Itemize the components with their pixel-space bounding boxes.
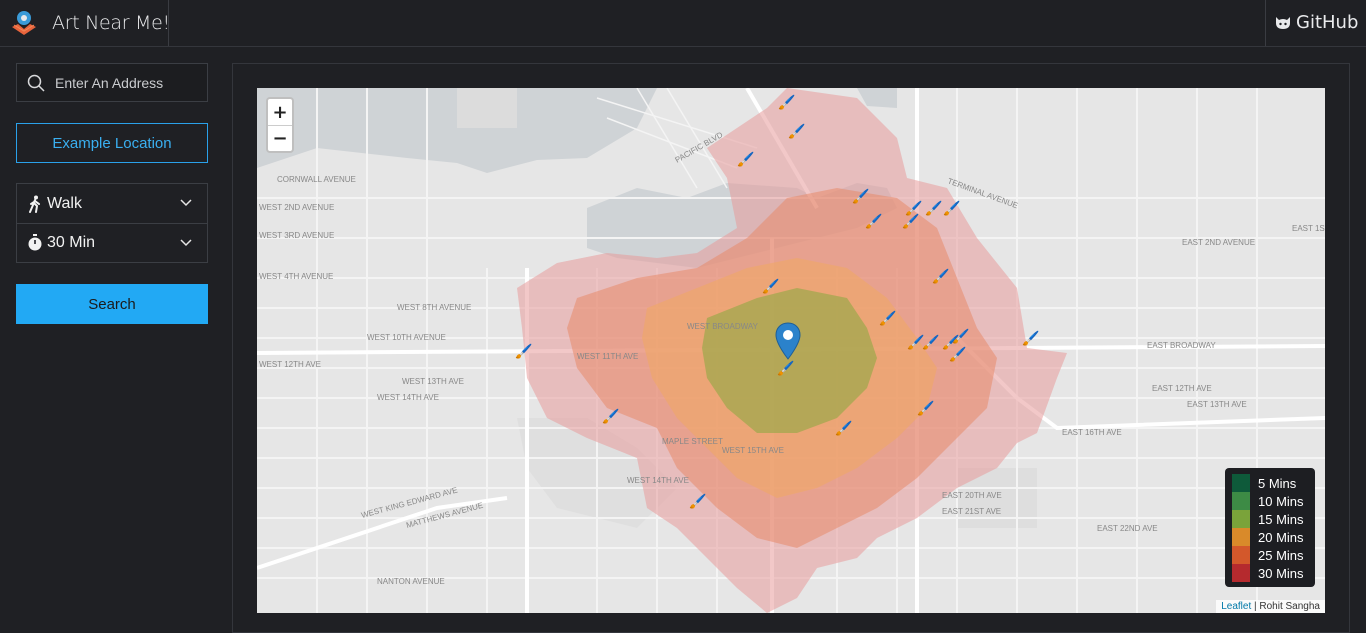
chevron-down-icon bbox=[180, 199, 192, 207]
map[interactable]: CORNWALL AVENUE WEST 2ND AVENUE WEST 3RD… bbox=[257, 88, 1325, 613]
paintbrush-icon[interactable]: 🖌️ bbox=[602, 408, 619, 425]
sidebar: Example Location Walk 30 Min bbox=[16, 63, 208, 324]
paintbrush-icon[interactable]: 🖌️ bbox=[879, 310, 896, 327]
paintbrush-icon[interactable]: 🖌️ bbox=[777, 360, 794, 377]
zoom-control: + − bbox=[266, 97, 294, 153]
time-value: 30 Min bbox=[47, 234, 96, 251]
attribution-text: | Rohit Sangha bbox=[1251, 601, 1320, 612]
paintbrush-icon[interactable]: 🖌️ bbox=[865, 213, 882, 230]
divider bbox=[1265, 0, 1266, 46]
legend-label: 20 Mins bbox=[1258, 529, 1304, 545]
legend-swatch bbox=[1232, 546, 1250, 564]
legend-row: 10 Mins bbox=[1232, 492, 1308, 510]
legend-label: 25 Mins bbox=[1258, 547, 1304, 563]
legend-label: 15 Mins bbox=[1258, 511, 1304, 527]
travel-mode-select[interactable]: Walk bbox=[17, 184, 207, 223]
github-icon bbox=[1276, 16, 1290, 29]
paintbrush-icon[interactable]: 🖌️ bbox=[689, 493, 706, 510]
paintbrush-icon[interactable]: 🖌️ bbox=[922, 334, 939, 351]
logo-icon bbox=[12, 11, 36, 35]
stopwatch-icon bbox=[27, 234, 43, 252]
legend-swatch bbox=[1232, 492, 1250, 510]
legend-swatch bbox=[1232, 564, 1250, 582]
paintbrush-icon[interactable]: 🖌️ bbox=[737, 151, 754, 168]
travel-mode-value: Walk bbox=[47, 194, 82, 212]
legend-row: 20 Mins bbox=[1232, 528, 1308, 546]
legend-label: 5 Mins bbox=[1258, 475, 1297, 491]
github-label: GitHub bbox=[1296, 12, 1359, 33]
time-select[interactable]: 30 Min bbox=[17, 223, 207, 262]
legend-swatch bbox=[1232, 510, 1250, 528]
paintbrush-icon[interactable]: 🖌️ bbox=[762, 278, 779, 295]
app-title: Art Near Me! bbox=[52, 12, 170, 34]
paintbrush-icon[interactable]: 🖌️ bbox=[952, 328, 969, 345]
github-link[interactable]: GitHub bbox=[1274, 12, 1358, 33]
paintbrush-icon[interactable]: 🖌️ bbox=[835, 420, 852, 437]
legend-label: 30 Mins bbox=[1258, 565, 1304, 581]
paintbrush-icon[interactable]: 🖌️ bbox=[917, 400, 934, 417]
zoom-in-button[interactable]: + bbox=[268, 99, 292, 125]
paintbrush-icon[interactable]: 🖌️ bbox=[515, 343, 532, 360]
paintbrush-icon[interactable]: 🖌️ bbox=[902, 213, 919, 230]
leaflet-link[interactable]: Leaflet bbox=[1221, 601, 1251, 612]
divider bbox=[168, 0, 169, 46]
top-navbar: Art Near Me! GitHub bbox=[0, 0, 1366, 47]
paintbrush-icon[interactable]: 🖌️ bbox=[943, 200, 960, 217]
options-group: Walk 30 Min bbox=[16, 183, 208, 263]
legend-row: 25 Mins bbox=[1232, 546, 1308, 564]
address-search[interactable] bbox=[16, 63, 208, 102]
zoom-out-button[interactable]: − bbox=[268, 125, 292, 151]
search-button[interactable]: Search bbox=[16, 284, 208, 324]
legend-swatch bbox=[1232, 528, 1250, 546]
paintbrush-icon[interactable]: 🖌️ bbox=[949, 346, 966, 363]
legend-swatch bbox=[1232, 474, 1250, 492]
address-input[interactable] bbox=[55, 74, 195, 91]
brand[interactable]: Art Near Me! bbox=[10, 8, 170, 38]
map-attribution: Leaflet | Rohit Sangha bbox=[1216, 600, 1325, 613]
paintbrush-icon[interactable]: 🖌️ bbox=[932, 268, 949, 285]
walk-icon bbox=[27, 195, 43, 213]
legend-row: 15 Mins bbox=[1232, 510, 1308, 528]
chevron-down-icon bbox=[180, 239, 192, 247]
legend-label: 10 Mins bbox=[1258, 493, 1304, 509]
paintbrush-icon[interactable]: 🖌️ bbox=[1022, 330, 1039, 347]
example-location-button[interactable]: Example Location bbox=[16, 123, 208, 163]
paintbrush-icon[interactable]: 🖌️ bbox=[852, 188, 869, 205]
time-legend: 5 Mins 10 Mins 15 Mins 20 Mins 25 Mins 3… bbox=[1225, 468, 1315, 587]
paintbrush-icon[interactable]: 🖌️ bbox=[925, 200, 942, 217]
legend-row: 30 Mins bbox=[1232, 564, 1308, 582]
legend-row: 5 Mins bbox=[1232, 474, 1308, 492]
paintbrush-icon[interactable]: 🖌️ bbox=[778, 94, 795, 111]
search-icon bbox=[27, 74, 45, 92]
location-pin-icon[interactable] bbox=[775, 322, 801, 360]
paintbrush-icon[interactable]: 🖌️ bbox=[788, 123, 805, 140]
